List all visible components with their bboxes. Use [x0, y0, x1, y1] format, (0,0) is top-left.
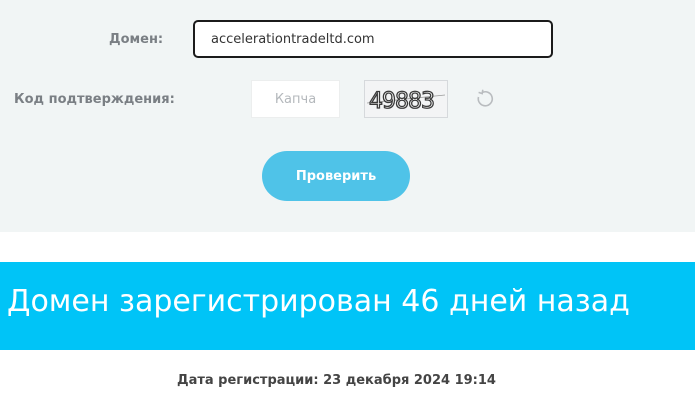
check-button[interactable]: Проверить [262, 151, 410, 201]
domain-input[interactable] [193, 20, 553, 58]
captcha-image-text: 49883 [369, 89, 434, 114]
result-banner: Домен зарегистрирован 46 дней назад [0, 262, 695, 350]
captcha-image: 49883 [364, 80, 448, 118]
refresh-icon[interactable] [474, 88, 496, 110]
captcha-label: Код подтверждения: [14, 92, 175, 107]
captcha-input[interactable] [251, 80, 340, 118]
domain-check-form: Домен: Код подтверждения: 49883 Проверит… [0, 0, 695, 232]
domain-label: Домен: [109, 32, 164, 47]
domain-age-heading: Домен зарегистрирован 46 дней назад [7, 284, 630, 319]
registration-date: Дата регистрации: 23 декабря 2024 19:14 [177, 373, 496, 388]
